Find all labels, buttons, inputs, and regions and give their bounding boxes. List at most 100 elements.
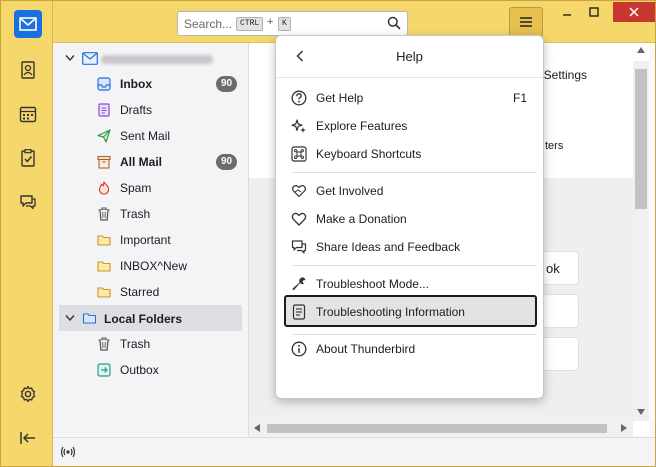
folder-icon	[97, 287, 111, 298]
menu-item-label: Explore Features	[316, 119, 408, 133]
menu-item-label: Troubleshooting Information	[316, 305, 465, 319]
heart-hands-icon	[291, 185, 307, 198]
vertical-scroll-thumb[interactable]	[635, 69, 647, 209]
menu-item-explore-features[interactable]: Explore Features	[284, 113, 537, 139]
local-folders-row[interactable]: Local Folders	[59, 305, 242, 331]
menu-item-shortcut: F1	[512, 91, 527, 105]
archive-icon	[97, 155, 111, 169]
calendar-space-button[interactable]	[14, 100, 42, 128]
folder-inbox[interactable]: Inbox 90	[53, 72, 249, 96]
menu-item-troubleshoot-mode[interactable]: Troubleshoot Mode...	[284, 271, 537, 297]
gear-icon	[20, 385, 36, 403]
scroll-up-arrow-icon[interactable]	[637, 47, 645, 53]
chat-space-button[interactable]	[14, 188, 42, 216]
heart-icon	[291, 212, 307, 226]
menu-separator	[292, 172, 537, 173]
menu-item-make-donation[interactable]: Make a Donation	[284, 206, 537, 232]
search-icon[interactable]	[387, 16, 401, 33]
background-card[interactable]	[541, 294, 579, 328]
wrench-icon	[292, 277, 306, 291]
folder-icon	[97, 261, 111, 272]
folder-important[interactable]: Important	[53, 228, 249, 252]
folder-all-mail[interactable]: All Mail 90	[53, 150, 249, 174]
folder-label: Trash	[120, 337, 151, 351]
trash-icon	[98, 337, 110, 351]
folder-drafts[interactable]: Drafts	[53, 98, 249, 122]
local-folders-label: Local Folders	[104, 312, 183, 326]
shortcut-plus: +	[267, 16, 274, 28]
folder-spam[interactable]: Spam	[53, 176, 249, 200]
document-icon	[292, 304, 306, 320]
menu-item-get-help[interactable]: Get Help F1	[284, 85, 537, 111]
app-window: Search... CTRL + K Inbox 90 Drafts Sent …	[0, 0, 656, 467]
sparkle-icon	[291, 119, 306, 133]
menu-item-label: Share Ideas and Feedback	[316, 240, 461, 254]
tasks-icon	[21, 149, 35, 167]
folder-sent[interactable]: Sent Mail	[53, 124, 249, 148]
local-folder-outbox[interactable]: Outbox	[53, 358, 249, 382]
folder-label: Drafts	[120, 103, 153, 117]
background-card[interactable]	[541, 337, 579, 371]
folder-label: Sent Mail	[120, 129, 171, 143]
folder-label: All Mail	[120, 155, 163, 169]
folder-trash[interactable]: Trash	[53, 202, 249, 226]
settings-space-button[interactable]	[14, 380, 42, 408]
question-icon	[291, 90, 307, 106]
folder-icon	[97, 235, 111, 246]
menu-separator	[292, 334, 537, 335]
menu-item-label: Keyboard Shortcuts	[316, 147, 422, 161]
menu-item-keyboard-shortcuts[interactable]: Keyboard Shortcuts	[284, 141, 537, 167]
minimize-button[interactable]	[556, 3, 578, 21]
app-menu-button[interactable]	[509, 7, 543, 37]
help-menu-header: Help	[276, 36, 543, 78]
local-folder-icon	[82, 313, 97, 324]
search-input[interactable]: Search... CTRL + K	[177, 11, 408, 36]
spam-icon	[98, 181, 110, 195]
collapse-spaces-button[interactable]	[14, 424, 42, 452]
address-book-space-button[interactable]	[14, 56, 42, 84]
menu-item-share-ideas[interactable]: Share Ideas and Feedback	[284, 234, 537, 260]
scroll-down-arrow-icon[interactable]	[637, 409, 645, 415]
hamburger-icon	[520, 17, 532, 27]
speech-bubble-icon	[291, 240, 307, 254]
maximize-button[interactable]	[583, 3, 605, 21]
spaces-toolbar	[1, 1, 53, 466]
folder-inbox-new[interactable]: INBOX^New	[53, 254, 249, 278]
online-status-icon[interactable]	[60, 445, 76, 459]
minimize-icon	[563, 14, 571, 16]
account-row[interactable]	[53, 48, 249, 70]
chat-icon	[20, 195, 36, 210]
command-key-icon	[291, 146, 307, 162]
close-window-button[interactable]	[613, 2, 655, 22]
folder-pane: Inbox 90 Drafts Sent Mail All Mail 90 Sp…	[53, 43, 249, 436]
background-card[interactable]: ok	[541, 251, 579, 285]
filters-link-text[interactable]: ters	[545, 140, 563, 152]
account-mail-icon	[82, 52, 98, 65]
tasks-space-button[interactable]	[14, 144, 42, 172]
outbox-icon	[97, 363, 111, 377]
menu-item-label: Troubleshoot Mode...	[316, 277, 429, 291]
folder-label: Spam	[120, 181, 152, 195]
folder-starred[interactable]: Starred	[53, 280, 249, 304]
menu-item-troubleshooting-information[interactable]: Troubleshooting Information	[284, 295, 537, 327]
folder-label: Important	[120, 233, 171, 247]
local-folder-trash[interactable]: Trash	[53, 332, 249, 356]
folder-label: INBOX^New	[120, 259, 187, 273]
mail-space-button[interactable]	[14, 10, 42, 38]
vertical-scrollbar[interactable]	[633, 47, 649, 421]
sent-icon	[97, 129, 111, 143]
menu-item-label: About Thunderbird	[316, 342, 416, 356]
folder-label: Trash	[120, 207, 151, 221]
inbox-icon	[97, 77, 111, 91]
account-name-redacted	[101, 55, 213, 64]
settings-link-text[interactable]: t Settings	[537, 68, 587, 82]
menu-item-label: Make a Donation	[316, 212, 407, 226]
scroll-left-arrow-icon[interactable]	[254, 424, 260, 432]
scroll-right-arrow-icon[interactable]	[621, 424, 627, 432]
ok-text: ok	[546, 261, 560, 276]
menu-item-get-involved[interactable]: Get Involved	[284, 178, 537, 204]
horizontal-scroll-thumb[interactable]	[267, 424, 607, 433]
address-book-icon	[21, 61, 35, 79]
horizontal-scrollbar[interactable]	[249, 421, 633, 436]
menu-item-about-thunderbird[interactable]: About Thunderbird	[284, 336, 537, 362]
